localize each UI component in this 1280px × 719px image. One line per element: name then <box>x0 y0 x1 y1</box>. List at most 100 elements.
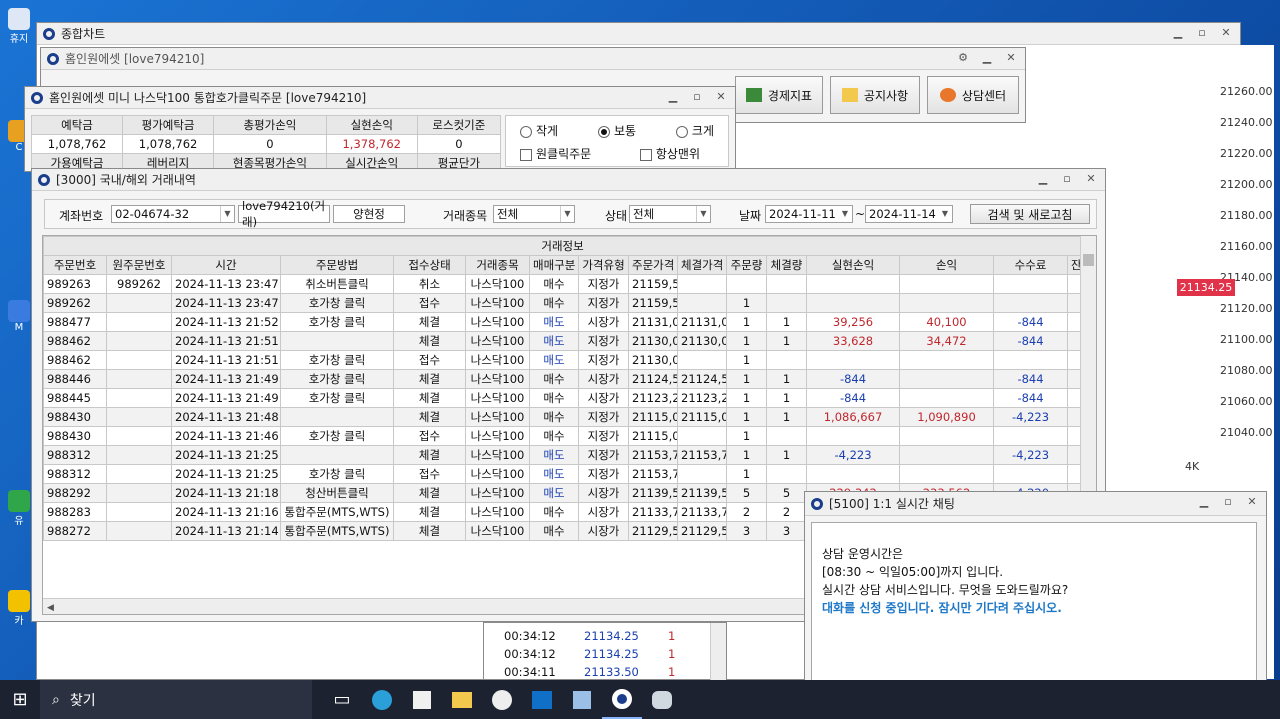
table-cell: 1 <box>726 407 767 427</box>
table-row[interactable]: 9883122024-11-13 21:25:09체결나스닥100매도지정가21… <box>43 445 1083 465</box>
table-row[interactable]: 9884622024-11-13 21:51:18체결나스닥100매도지정가21… <box>43 331 1083 351</box>
column-header[interactable]: 거래종목 <box>465 255 530 275</box>
table-cell: 시장가 <box>578 388 629 408</box>
size-normal-radio[interactable]: 보통 <box>597 122 636 139</box>
scroll-left-icon[interactable]: ◀ <box>43 603 54 613</box>
column-header[interactable]: 주문방법 <box>280 255 394 275</box>
table-cell: 접수 <box>393 464 466 484</box>
minimize-button[interactable]: ▁ <box>1033 171 1053 187</box>
column-header[interactable]: 매매구분 <box>529 255 579 275</box>
store-icon[interactable] <box>402 680 442 719</box>
notice-button[interactable]: 공지사항 <box>830 76 920 114</box>
column-header[interactable]: 시간 <box>171 255 281 275</box>
value-cell: 1,378,762 <box>325 134 418 154</box>
close-button[interactable]: ✕ <box>1242 494 1262 510</box>
mini-order-window[interactable]: 홈인원에셋 미니 나스닥100 통합호가클릭주문 [love794210] ▁ ▫… <box>24 86 736 173</box>
close-button[interactable]: ✕ <box>711 89 731 105</box>
price-tick-label: 21220.00 <box>1220 147 1273 160</box>
search-refresh-button[interactable]: 검색 및 새로고침 <box>970 204 1090 224</box>
taskbar-search-box[interactable]: ⌕ 찾기 <box>40 680 312 719</box>
column-header[interactable]: 접수상태 <box>393 255 466 275</box>
column-header[interactable]: 손익 <box>899 255 994 275</box>
messenger-icon[interactable] <box>482 680 522 719</box>
desktop-shortcut-icon[interactable]: M <box>4 300 34 340</box>
notes-icon[interactable] <box>562 680 602 719</box>
maximize-button[interactable]: ▫ <box>1192 25 1212 41</box>
close-button[interactable]: ✕ <box>1216 25 1236 41</box>
maximize-button[interactable]: ▫ <box>1057 171 1077 187</box>
minimize-button[interactable]: ▁ <box>977 50 997 66</box>
status-select[interactable]: 전체 ▼ <box>629 205 711 223</box>
table-row[interactable]: 989262 2024-11-13 23:47:18호가창 클릭접수나스닥100매… <box>43 293 1083 313</box>
table-row[interactable]: 988462 2024-11-13 21:51:11호가창 클릭접수나스닥100매… <box>43 350 1083 370</box>
column-header[interactable]: 원주문번호 <box>106 255 172 275</box>
table-row[interactable]: 988445 2024-11-13 21:49:09호가창 클릭체결나스닥100매… <box>43 388 1083 408</box>
maximize-button[interactable]: ▫ <box>1218 494 1238 510</box>
table-cell <box>106 350 172 370</box>
desktop-shortcut-icon[interactable]: 유 <box>4 490 34 530</box>
table-cell: 21124,500 <box>628 369 678 389</box>
table-cell: 1 <box>726 312 767 332</box>
windows-start-icon[interactable]: ⊞ <box>0 680 40 719</box>
table-cell: 시장가 <box>578 521 629 541</box>
table-cell <box>766 350 807 370</box>
settings-icon[interactable]: ⚙ <box>953 50 973 66</box>
table-row[interactable]: 9884302024-11-13 21:48:04체결나스닥100매수지정가21… <box>43 407 1083 427</box>
column-header[interactable]: 주문량 <box>726 255 767 275</box>
economic-indicator-button[interactable]: 경제지표 <box>735 76 823 114</box>
column-header[interactable]: 주문번호 <box>43 255 107 275</box>
consult-center-button[interactable]: 상담센터 <box>927 76 1019 114</box>
close-button[interactable]: ✕ <box>1081 171 1101 187</box>
table-cell: 1 <box>766 407 807 427</box>
date-from-picker[interactable]: 2024-11-11 ▼ <box>765 205 853 223</box>
always-on-top-checkbox[interactable]: 항상맨위 <box>639 145 700 162</box>
table-cell: 시장가 <box>578 502 629 522</box>
edge-browser-icon[interactable] <box>362 680 402 719</box>
paint-icon[interactable] <box>642 680 682 719</box>
account-select[interactable]: 02-04674-32 ▼ <box>111 205 235 223</box>
table-cell: -844 <box>993 331 1068 351</box>
table-cell: 21159,500 <box>628 293 678 313</box>
table-row[interactable]: 988312 2024-11-13 21:25:07호가창 클릭접수나스닥100매… <box>43 464 1083 484</box>
table-row[interactable]: 988430 2024-11-13 21:46:39호가창 클릭접수나스닥100매… <box>43 426 1083 446</box>
scrollbar[interactable] <box>710 623 726 681</box>
file-explorer-icon[interactable] <box>442 680 482 719</box>
table-cell: 21115,000 <box>677 407 727 427</box>
size-large-radio[interactable]: 크게 <box>675 122 714 139</box>
price-tick-label: 21060.00 <box>1220 395 1273 408</box>
table-cell <box>899 426 994 446</box>
column-header[interactable]: 실현손익 <box>806 255 900 275</box>
task-view-icon[interactable]: ▭ <box>322 680 362 719</box>
trading-app-icon[interactable] <box>602 680 642 719</box>
outlook-icon[interactable] <box>522 680 562 719</box>
desktop-shortcut-icon[interactable]: 카 <box>4 590 34 630</box>
table-cell: 2 <box>726 502 767 522</box>
maximize-button[interactable]: ▫ <box>687 89 707 105</box>
recycle-bin-icon[interactable]: 휴지 <box>4 8 34 48</box>
item-select[interactable]: 전체 ▼ <box>493 205 575 223</box>
one-click-order-checkbox[interactable]: 원클릭주문 <box>520 145 591 162</box>
minimize-button[interactable]: ▁ <box>663 89 683 105</box>
column-header[interactable]: 가격유형 <box>578 255 629 275</box>
button-label: 공지사항 <box>863 88 909 103</box>
column-header[interactable]: 주문가격 <box>628 255 678 275</box>
table-row[interactable]: 9892639892622024-11-13 23:47:19취소버튼클릭취소나… <box>43 274 1083 294</box>
column-header[interactable]: 체결가격 <box>677 255 727 275</box>
table-row[interactable]: 988477 2024-11-13 21:52:44호가창 클릭체결나스닥100매… <box>43 312 1083 332</box>
table-cell <box>993 293 1068 313</box>
table-row[interactable]: 988446 2024-11-13 21:49:12호가창 클릭체결나스닥100매… <box>43 369 1083 389</box>
table-cell <box>993 464 1068 484</box>
minimize-button[interactable]: ▁ <box>1168 25 1188 41</box>
table-cell: 나스닥100 <box>465 274 530 294</box>
date-to-picker[interactable]: 2024-11-14 ▼ <box>865 205 953 223</box>
column-header[interactable]: 수수료 <box>993 255 1068 275</box>
table-cell <box>106 312 172 332</box>
table-cell: 매수 <box>529 388 579 408</box>
close-button[interactable]: ✕ <box>1001 50 1021 66</box>
scroll-thumb[interactable] <box>1083 254 1094 266</box>
table-cell: 나스닥100 <box>465 426 530 446</box>
table-cell: 취소 <box>393 274 466 294</box>
minimize-button[interactable]: ▁ <box>1194 494 1214 510</box>
column-header[interactable]: 체결량 <box>766 255 807 275</box>
size-small-radio[interactable]: 작게 <box>520 122 558 139</box>
